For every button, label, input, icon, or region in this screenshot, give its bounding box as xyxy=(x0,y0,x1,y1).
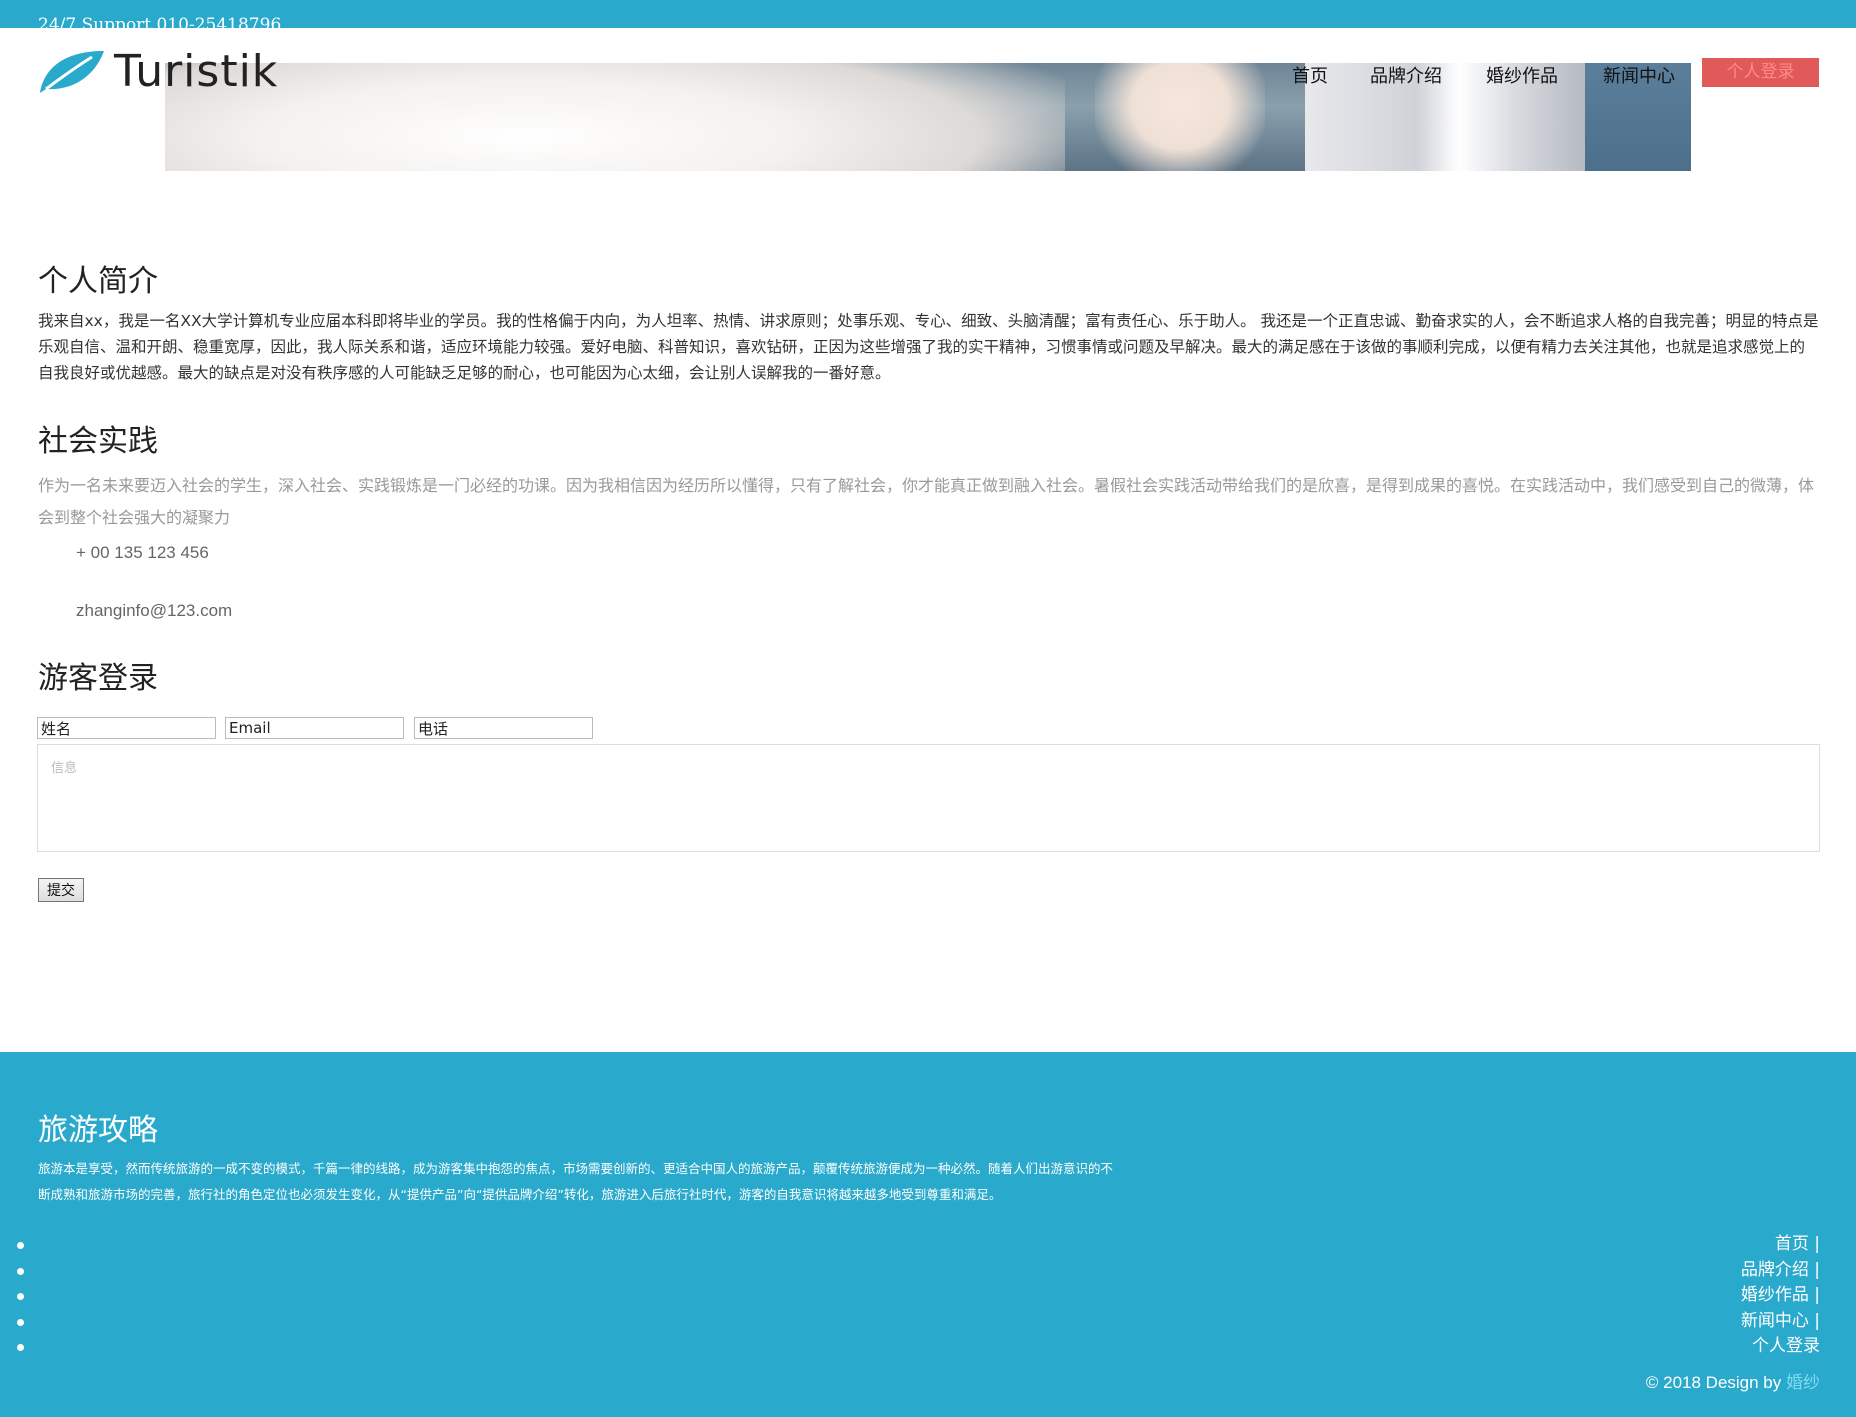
login-button[interactable]: 个人登录 xyxy=(1702,58,1819,87)
intro-text: 我来自xx，我是一名XX大学计算机专业应届本科即将毕业的学员。我的性格偏于内向，… xyxy=(38,312,1819,382)
support-hotline: 24/7 Support 010-25418796 xyxy=(38,15,282,28)
footer-link-label: 品牌介绍 | xyxy=(1740,1259,1820,1280)
bullet-icon xyxy=(17,1267,24,1275)
contact-email[interactable]: zhanginfo@123.com xyxy=(76,601,232,621)
contact-phone: + 00 135 123 456 xyxy=(76,543,209,562)
footer-link-label: 个人登录 xyxy=(1752,1336,1820,1357)
copyright: © 2018 Design by 婚纱 xyxy=(1646,1368,1820,1393)
footer-text: 旅游本是享受，然而传统旅游的一成不变的模式，千篇一律的线路，成为游客集中抱怨的焦… xyxy=(38,1161,1114,1202)
bullet-icon xyxy=(17,1242,24,1249)
practice-title: 社会实践 xyxy=(38,424,158,459)
name-field[interactable] xyxy=(37,717,216,739)
email-field[interactable] xyxy=(225,717,404,739)
footer-link-news[interactable]: 新闻中心 | xyxy=(0,1309,1820,1335)
message-field[interactable] xyxy=(37,744,1820,852)
guest-login-title: 游客登录 xyxy=(38,661,158,696)
phone-field[interactable] xyxy=(414,717,593,739)
nav-item-news[interactable]: 新闻中心 xyxy=(1603,62,1675,88)
footer-link-home[interactable]: 首页 | xyxy=(0,1232,1820,1258)
footer-title: 旅游攻略 xyxy=(38,1113,158,1148)
footer-link-brand[interactable]: 品牌介绍 | xyxy=(0,1258,1820,1284)
nav-item-works[interactable]: 婚纱作品 xyxy=(1486,62,1558,88)
footer-link-label: 婚纱作品 | xyxy=(1740,1285,1820,1306)
copyright-text: © 2018 Design by xyxy=(1645,1373,1782,1392)
copyright-brand-link[interactable]: 婚纱 xyxy=(1786,1373,1820,1392)
nav-item-home[interactable]: 首页 xyxy=(1292,62,1328,88)
nav-item-brand[interactable]: 品牌介绍 xyxy=(1370,62,1442,88)
footer-links: 首页 | 品牌介绍 | 婚纱作品 | 新闻中心 | 个人登录 xyxy=(0,1232,1820,1360)
bullet-icon xyxy=(17,1318,24,1326)
top-bar: 24/7 Support 010-25418796 xyxy=(0,0,1856,28)
intro-title: 个人简介 xyxy=(38,264,158,299)
footer-link-login[interactable]: 个人登录 xyxy=(0,1334,1820,1360)
footer-link-label: 新闻中心 | xyxy=(1740,1310,1820,1331)
main-nav: 首页 品牌介绍 婚纱作品 新闻中心 个人登录 xyxy=(0,58,1856,88)
submit-button[interactable]: 提交 xyxy=(38,878,84,902)
footer: 旅游攻略 旅游本是享受，然而传统旅游的一成不变的模式，千篇一律的线路，成为游客集… xyxy=(0,1052,1856,1417)
footer-link-label: 首页 | xyxy=(1774,1234,1820,1254)
footer-link-works[interactable]: 婚纱作品 | xyxy=(0,1283,1820,1309)
bullet-icon xyxy=(17,1344,24,1352)
practice-text: 作为一名未来要迈入社会的学生，深入社会、实践锻炼是一门必经的功课。因为我相信因为… xyxy=(38,476,1815,527)
bullet-icon xyxy=(17,1293,24,1301)
